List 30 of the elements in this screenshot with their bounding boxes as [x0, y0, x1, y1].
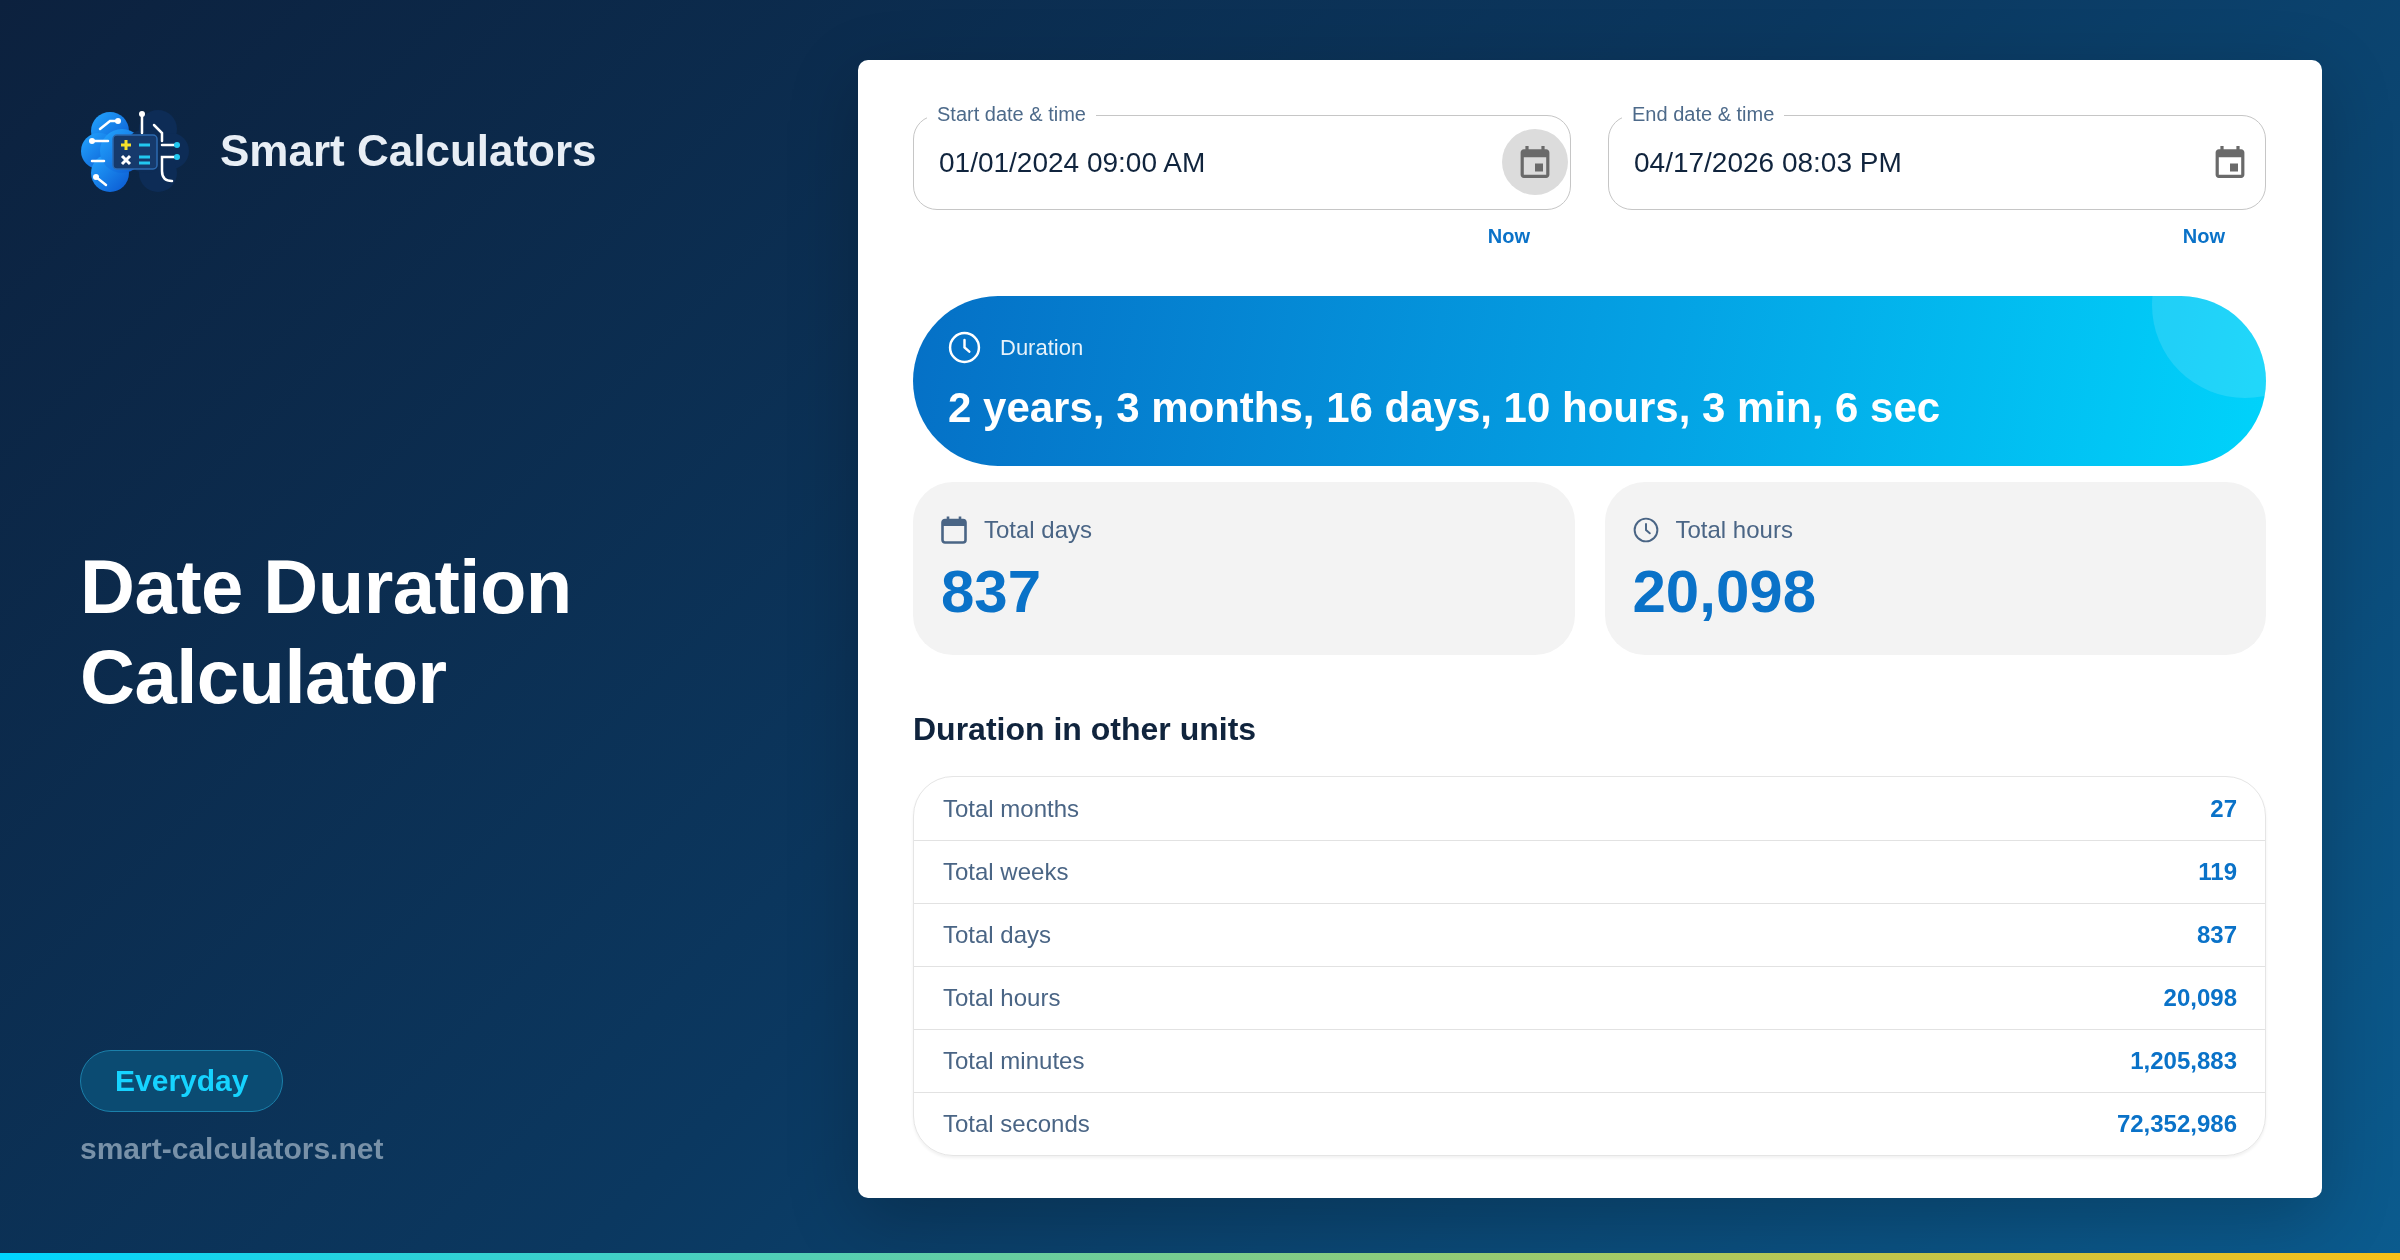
card-label: Total hours	[1675, 516, 1793, 544]
calendar-icon	[2215, 146, 2245, 178]
site-url: smart-calculators.net	[80, 1131, 384, 1167]
clock-icon	[1632, 517, 1659, 543]
page-title: Date Duration Calculator	[80, 543, 573, 721]
brand-name: Smart Calculators	[220, 125, 597, 177]
unit-value: 1,205,883	[2130, 1046, 2237, 1076]
card-value: 837	[941, 557, 1042, 627]
unit-value: 20,098	[2163, 983, 2237, 1013]
calendar-icon	[941, 516, 967, 544]
unit-label: Total months	[943, 793, 1080, 824]
duration-value: 2 years, 3 months, 16 days, 10 hours, 3 min, 6 sec	[948, 383, 1941, 433]
card-label: Total days	[984, 516, 1093, 544]
unit-value: 119	[2198, 857, 2237, 887]
unit-label: Total days	[943, 920, 1052, 950]
unit-value: 27	[2210, 793, 2237, 824]
unit-label: Total weeks	[943, 857, 1069, 887]
section-title: Duration in other units	[913, 710, 1257, 749]
duration-label: Duration	[1000, 333, 1084, 362]
unit-label: Total hours	[943, 983, 1061, 1013]
now-link[interactable]: Now	[2182, 224, 2225, 248]
unit-value: 72,352,986	[2116, 1109, 2237, 1139]
unit-value: 837	[2196, 920, 2237, 950]
category-tag: Everyday	[80, 1050, 284, 1112]
unit-label: Total seconds	[943, 1109, 1090, 1139]
clock-icon	[948, 331, 981, 364]
now-link[interactable]: Now	[1487, 224, 1530, 248]
unit-label: Total minutes	[943, 1046, 1085, 1076]
card-value: 20,098	[1632, 557, 1816, 627]
calendar-icon	[1520, 146, 1550, 178]
